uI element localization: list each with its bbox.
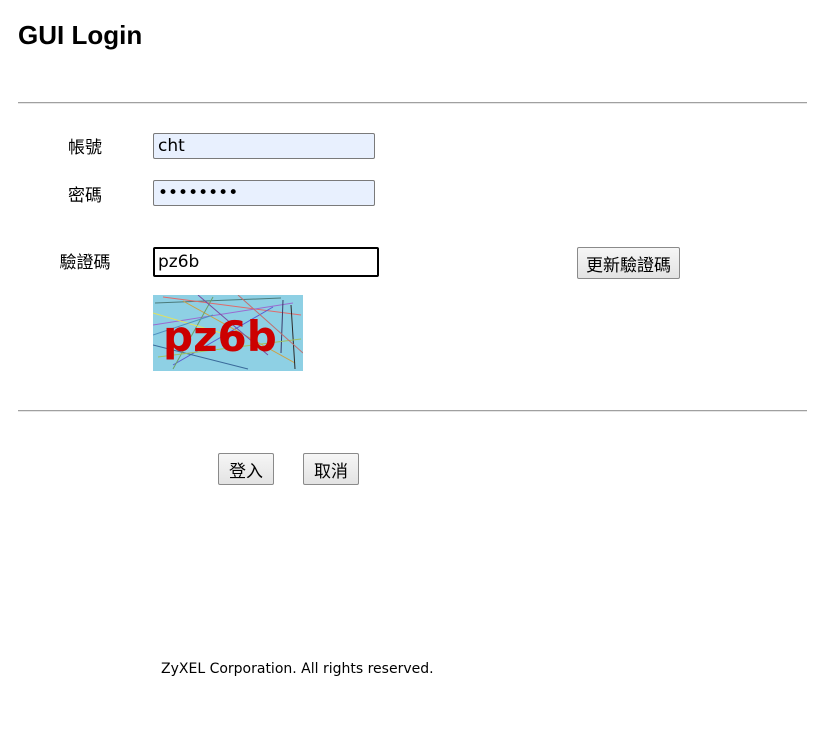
refresh-captcha-button[interactable]: 更新驗證碼	[577, 247, 680, 279]
password-field[interactable]	[153, 180, 375, 206]
copyright-footer: ZyXEL Corporation. All rights reserved.	[161, 661, 434, 677]
captcha-input[interactable]	[153, 247, 379, 277]
username-field[interactable]	[153, 133, 375, 159]
captcha-image-text: pz6b	[163, 312, 277, 361]
bottom-divider	[18, 410, 807, 412]
captcha-image: pz6b	[153, 295, 303, 371]
top-divider	[18, 102, 807, 104]
page-title: GUI Login	[18, 20, 143, 50]
captcha-label: 驗證碼	[59, 253, 111, 273]
password-label: 密碼	[68, 186, 102, 206]
login-button[interactable]: 登入	[218, 453, 274, 485]
cancel-button[interactable]: 取消	[303, 453, 359, 485]
username-label: 帳號	[68, 138, 102, 158]
